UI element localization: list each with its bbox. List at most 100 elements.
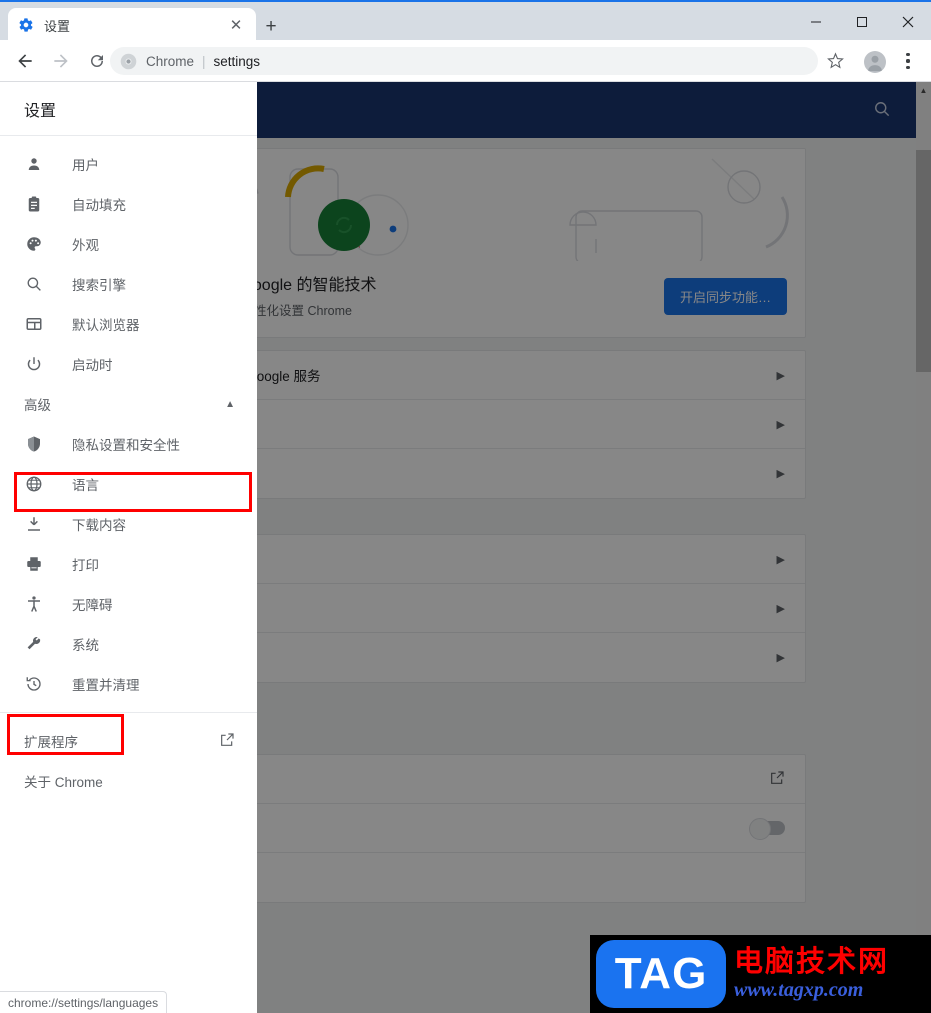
power-icon xyxy=(24,354,44,374)
sidebar-item-search-engine[interactable]: 搜索引擎 xyxy=(0,264,257,304)
person-icon xyxy=(24,154,44,174)
sidebar-item-extensions[interactable]: 扩展程序 xyxy=(0,721,257,761)
window-controls xyxy=(793,4,931,40)
chevron-right-icon: ▶ xyxy=(776,418,785,431)
sidebar-item-label: 用户 xyxy=(72,158,99,173)
sidebar-item-reset-cleanup[interactable]: 重置并清理 xyxy=(0,664,257,704)
reload-button[interactable] xyxy=(82,46,112,76)
chevron-right-icon: ▶ xyxy=(776,602,785,615)
sidebar-item-advanced[interactable]: 高级 ▲ xyxy=(0,384,257,424)
sidebar-item-default-browser[interactable]: 默认浏览器 xyxy=(0,304,257,344)
minimize-button[interactable] xyxy=(793,4,839,40)
settings-row-label: 应用店 xyxy=(202,769,769,789)
settings-toggle[interactable] xyxy=(749,818,785,840)
chevron-right-icon: ▶ xyxy=(776,553,785,566)
sidebar-item-printing[interactable]: 打印 xyxy=(0,544,257,584)
sidebar-menu: 用户 自动填充 外观 搜索引擎 默认浏览器 启动时 高级 ▲ 隐私设置和安全性 … xyxy=(0,136,257,801)
settings-row[interactable] xyxy=(182,853,805,902)
browser-tab-settings[interactable]: 设置 ✕ xyxy=(8,8,256,42)
download-icon xyxy=(24,514,44,534)
scrollbar-thumb[interactable] xyxy=(916,150,931,372)
settings-row[interactable]: ▶ xyxy=(182,449,805,498)
sidebar-divider xyxy=(0,712,257,713)
sidebar-item-languages[interactable]: 语言 xyxy=(0,464,257,504)
status-bar: chrome://settings/languages xyxy=(0,991,168,1013)
watermark-text: 电脑技术网 www.tagxp.com xyxy=(726,943,931,1003)
search-icon xyxy=(24,274,44,294)
profile-avatar[interactable] xyxy=(864,51,886,73)
address-bar[interactable]: Chrome | chrome://settings xyxy=(110,47,931,1013)
browser-toolbar: Chrome | chrome://settings xyxy=(0,40,931,1013)
settings-row[interactable] xyxy=(182,804,805,853)
settings-row-label: 信息 xyxy=(202,648,777,668)
sidebar-item-label: 重置并清理 xyxy=(72,678,140,693)
sidebar-item-label: 扩展程序 xyxy=(24,735,78,750)
accessibility-icon xyxy=(24,594,44,614)
settings-row[interactable]: 同步和 Google 服务 ▶ xyxy=(182,351,805,400)
omnibox-brand-label: Chrome xyxy=(146,53,195,69)
sidebar-item-downloads[interactable]: 下载内容 xyxy=(0,504,257,544)
sidebar-title: 设置 xyxy=(0,82,257,136)
page-scrollbar[interactable]: ▲ xyxy=(916,82,931,1013)
menu-dot xyxy=(906,59,910,63)
sidebar-item-people[interactable]: 用户 xyxy=(0,144,257,184)
shield-icon xyxy=(24,434,44,454)
browser-window: 设置 ✕ + Chrome | settings 畅享 Google 的智能技术… xyxy=(0,0,931,1013)
close-button[interactable] xyxy=(885,4,931,40)
settings-row-label: 同步和 Google 服务 xyxy=(202,369,321,384)
sidebar-item-autofill[interactable]: 自动填充 xyxy=(0,184,257,224)
watermark-url: www.tagxp.com xyxy=(734,979,864,1002)
sidebar-item-label: 高级 xyxy=(24,398,51,413)
globe-icon xyxy=(24,474,44,494)
sync-promo-card: 畅享 Google 的智能技术 同步并个性化设置 Chrome 开启同步功能… xyxy=(181,148,806,338)
sidebar-item-label: 无障碍 xyxy=(72,598,113,613)
sidebar-item-label: 默认浏览器 xyxy=(72,318,140,333)
turn-on-sync-button[interactable]: 开启同步功能… xyxy=(663,278,787,315)
gear-icon xyxy=(18,17,34,33)
menu-dot xyxy=(906,53,910,57)
sidebar-item-on-startup[interactable]: 启动时 xyxy=(0,344,257,384)
sidebar-item-label: 启动时 xyxy=(72,358,113,373)
settings-row[interactable]: ▶ xyxy=(182,400,805,449)
external-link-icon[interactable] xyxy=(769,770,785,789)
url-path: settings xyxy=(213,53,261,69)
browser-menu-button[interactable] xyxy=(900,50,916,72)
printer-icon xyxy=(24,554,44,574)
settings-row[interactable]: ▶ xyxy=(182,535,805,584)
restore-icon xyxy=(24,674,44,694)
browser-window-icon xyxy=(24,314,44,334)
sidebar-item-label: 系统 xyxy=(72,638,99,653)
chevron-right-icon: ▶ xyxy=(776,652,785,664)
sync-illustration xyxy=(182,149,805,261)
maximize-button[interactable] xyxy=(839,4,885,40)
chevron-right-icon: ▶ xyxy=(776,468,785,480)
sidebar-item-about-chrome[interactable]: 关于 Chrome xyxy=(0,761,257,801)
tab-title: 设置 xyxy=(44,18,71,34)
bookmark-star-icon[interactable] xyxy=(826,51,845,75)
close-tab-icon[interactable]: ✕ xyxy=(226,15,246,35)
watermark-site-name: 电脑技术网 xyxy=(734,943,890,978)
search-icon[interactable] xyxy=(872,99,892,124)
sidebar-item-label: 自动填充 xyxy=(72,198,126,213)
forward-button[interactable] xyxy=(46,46,76,76)
chevron-right-icon: ▶ xyxy=(776,369,785,382)
palette-icon xyxy=(24,234,44,254)
sidebar-item-label: 下载内容 xyxy=(72,518,126,533)
settings-group-1: 同步和 Google 服务 ▶ ▶ ▶ xyxy=(181,350,806,499)
settings-row[interactable]: 应用店 xyxy=(182,755,805,804)
scroll-up-arrow-icon[interactable]: ▲ xyxy=(916,82,931,99)
settings-sidebar: 设置 用户 自动填充 外观 搜索引擎 默认浏览器 启动时 高级 ▲ 隐私设置和安… xyxy=(0,82,257,1013)
sidebar-item-label: 搜索引擎 xyxy=(72,278,126,293)
wrench-icon xyxy=(24,634,44,654)
sidebar-item-system[interactable]: 系统 xyxy=(0,624,257,664)
new-tab-button[interactable]: + xyxy=(260,15,282,37)
settings-row[interactable]: 信息 ▶ xyxy=(182,633,805,682)
back-button[interactable] xyxy=(10,46,40,76)
settings-row[interactable]: ▶ xyxy=(182,584,805,633)
sidebar-item-appearance[interactable]: 外观 xyxy=(0,224,257,264)
menu-dot xyxy=(906,65,910,69)
sidebar-item-accessibility[interactable]: 无障碍 xyxy=(0,584,257,624)
watermark: TAG 电脑技术网 www.tagxp.com xyxy=(590,935,931,1013)
sidebar-item-privacy-security[interactable]: 隐私设置和安全性 xyxy=(0,424,257,464)
external-link-icon[interactable] xyxy=(219,732,235,751)
